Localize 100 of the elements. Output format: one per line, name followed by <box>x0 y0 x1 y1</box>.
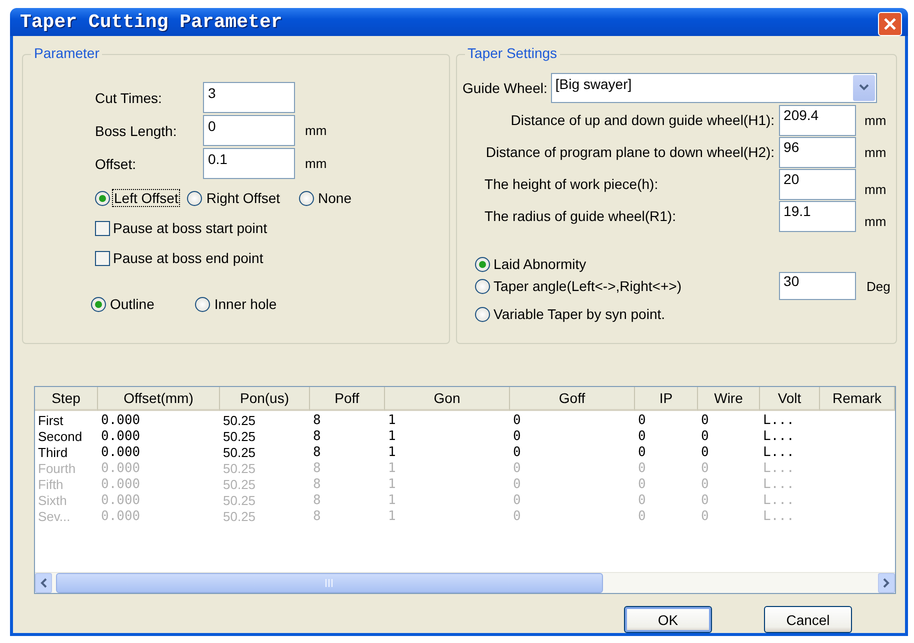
input-field[interactable]: 0 <box>203 115 295 146</box>
radio-option[interactable]: Laid Abnormity <box>474 256 588 272</box>
table-cell-text: 0 <box>512 445 522 461</box>
table-cell-text: 1 <box>387 413 397 429</box>
field-label: Distance of program plane to down wheel(H2): <box>486 144 775 160</box>
close-icon <box>883 17 897 31</box>
table-cell-text: 0 <box>512 429 522 445</box>
input-field[interactable]: 209.4 <box>778 104 856 136</box>
table-cell-text: 0 <box>700 445 710 461</box>
table-cell-text: 0 <box>700 429 710 445</box>
table-cell-text: Fourth <box>37 461 77 477</box>
table-cell-text: L... <box>762 509 796 525</box>
table-cell-text: 0 <box>512 493 522 509</box>
column-header[interactable]: Wire <box>698 387 760 411</box>
radio-option[interactable]: Variable Taper by syn point. <box>474 306 666 322</box>
column-header[interactable]: Volt <box>760 387 820 411</box>
unit-label: mm <box>305 156 327 171</box>
table-cell-text: 0 <box>637 461 647 477</box>
table-cell-text: 50.25 <box>222 493 257 509</box>
table-cell-text: 0.000 <box>100 429 142 445</box>
column-header[interactable]: Gon <box>385 387 510 411</box>
table-cell-text: 0.000 <box>100 445 142 461</box>
checkbox-option[interactable]: Pause at boss end point <box>95 250 264 266</box>
table-cell-text: 1 <box>387 445 397 461</box>
radio-option[interactable]: Outline <box>91 296 156 312</box>
table-cell-text: 0 <box>700 461 710 477</box>
input-field[interactable]: 3 <box>203 82 295 113</box>
unit-label: mm <box>864 182 886 196</box>
unit-label: mm <box>864 112 886 128</box>
table-cell-text: Sixth <box>37 493 68 509</box>
scrollbar-thumb[interactable] <box>56 573 603 593</box>
input-field[interactable]: 96 <box>778 136 856 168</box>
column-header[interactable]: IP <box>635 387 698 411</box>
table-cell-text: 0 <box>637 509 647 525</box>
guide-wheel-dropdown[interactable]: [Big swayer] <box>551 72 878 102</box>
table-cell-text: 0 <box>700 509 710 525</box>
table-cell-text: First <box>37 413 64 429</box>
table-cell-text: 1 <box>387 493 397 509</box>
unit-label: mm <box>305 123 327 138</box>
table-cell-text: 50.25 <box>222 461 257 477</box>
table-cell-text: 0 <box>637 477 647 493</box>
radio-option[interactable]: Taper angle(Left<->,Right<+>) <box>474 278 683 294</box>
table-cell-text: L... <box>762 493 796 509</box>
scroll-right-button[interactable] <box>878 573 895 593</box>
ok-button[interactable]: OK <box>624 606 712 633</box>
field-label: The height of work piece(h): <box>484 176 658 192</box>
table-cell-text: 0.000 <box>100 493 142 509</box>
table-cell-text: 0 <box>637 445 647 461</box>
cancel-button[interactable]: Cancel <box>764 606 852 633</box>
field-label: The radius of guide wheel(R1): <box>484 208 676 224</box>
checkbox-option[interactable]: Pause at boss start point <box>95 220 268 236</box>
table-cell-text: L... <box>762 413 796 429</box>
input-field[interactable]: 30 <box>778 272 856 300</box>
table-cell-text: L... <box>762 445 796 461</box>
table-cell-text: 50.25 <box>222 477 257 493</box>
group-title: Taper Settings <box>464 45 560 61</box>
table-cell-text: 0 <box>512 413 522 429</box>
table-cell-text: 50.25 <box>222 445 257 461</box>
table-cell-text: 8 <box>312 413 322 429</box>
table-cell-text: 50.25 <box>222 509 257 525</box>
table-cell-text: 8 <box>312 445 322 461</box>
input-field[interactable]: 20 <box>778 168 856 200</box>
table-cell-text: Second <box>37 429 84 445</box>
radio-option[interactable]: Left Offset <box>95 190 180 206</box>
column-header[interactable]: Pon(us) <box>220 387 310 411</box>
field-label: Distance of up and down guide wheel(H1): <box>510 112 775 128</box>
table-cell-text: 0 <box>637 493 647 509</box>
table-cell-text: 1 <box>387 477 397 493</box>
column-header[interactable]: Goff <box>510 387 635 411</box>
table-cell-text: 50.25 <box>222 413 257 429</box>
chevron-down-icon <box>859 84 870 91</box>
table-cell-text: 0 <box>512 477 522 493</box>
radio-option[interactable]: Inner hole <box>195 296 278 312</box>
horizontal-scrollbar[interactable] <box>35 572 895 593</box>
unit-label: mm <box>864 144 886 160</box>
table-cell-text: 50.25 <box>222 429 257 445</box>
table-cell-text: 0 <box>512 509 522 525</box>
close-button[interactable] <box>878 12 902 36</box>
column-header[interactable]: Offset(mm) <box>98 387 220 411</box>
input-field[interactable]: 19.1 <box>778 200 856 232</box>
table-cell-text: 0.000 <box>100 461 142 477</box>
input-field[interactable]: 0.1 <box>203 148 295 179</box>
scroll-left-button[interactable] <box>35 573 52 593</box>
column-header[interactable]: Poff <box>310 387 385 411</box>
table-cell-text: 0.000 <box>100 509 142 525</box>
column-header[interactable]: Remark <box>820 387 895 411</box>
column-header[interactable]: Step <box>35 387 98 411</box>
field-label: Cut Times: <box>95 90 162 106</box>
chevron-right-icon <box>883 578 890 588</box>
table-cell-text: 8 <box>312 429 322 445</box>
grip-icon <box>324 579 334 587</box>
table-cell-text: 0.000 <box>100 477 142 493</box>
window-title: Taper Cutting Parameter <box>20 11 282 33</box>
table-cell-text: 8 <box>312 509 322 525</box>
radio-option[interactable]: Right Offset <box>187 190 282 206</box>
table-cell-text: 1 <box>387 461 397 477</box>
table-cell-text: L... <box>762 429 796 445</box>
table-cell-text: 0 <box>700 493 710 509</box>
radio-option[interactable]: None <box>299 190 352 206</box>
table-cell-text: 0 <box>637 429 647 445</box>
